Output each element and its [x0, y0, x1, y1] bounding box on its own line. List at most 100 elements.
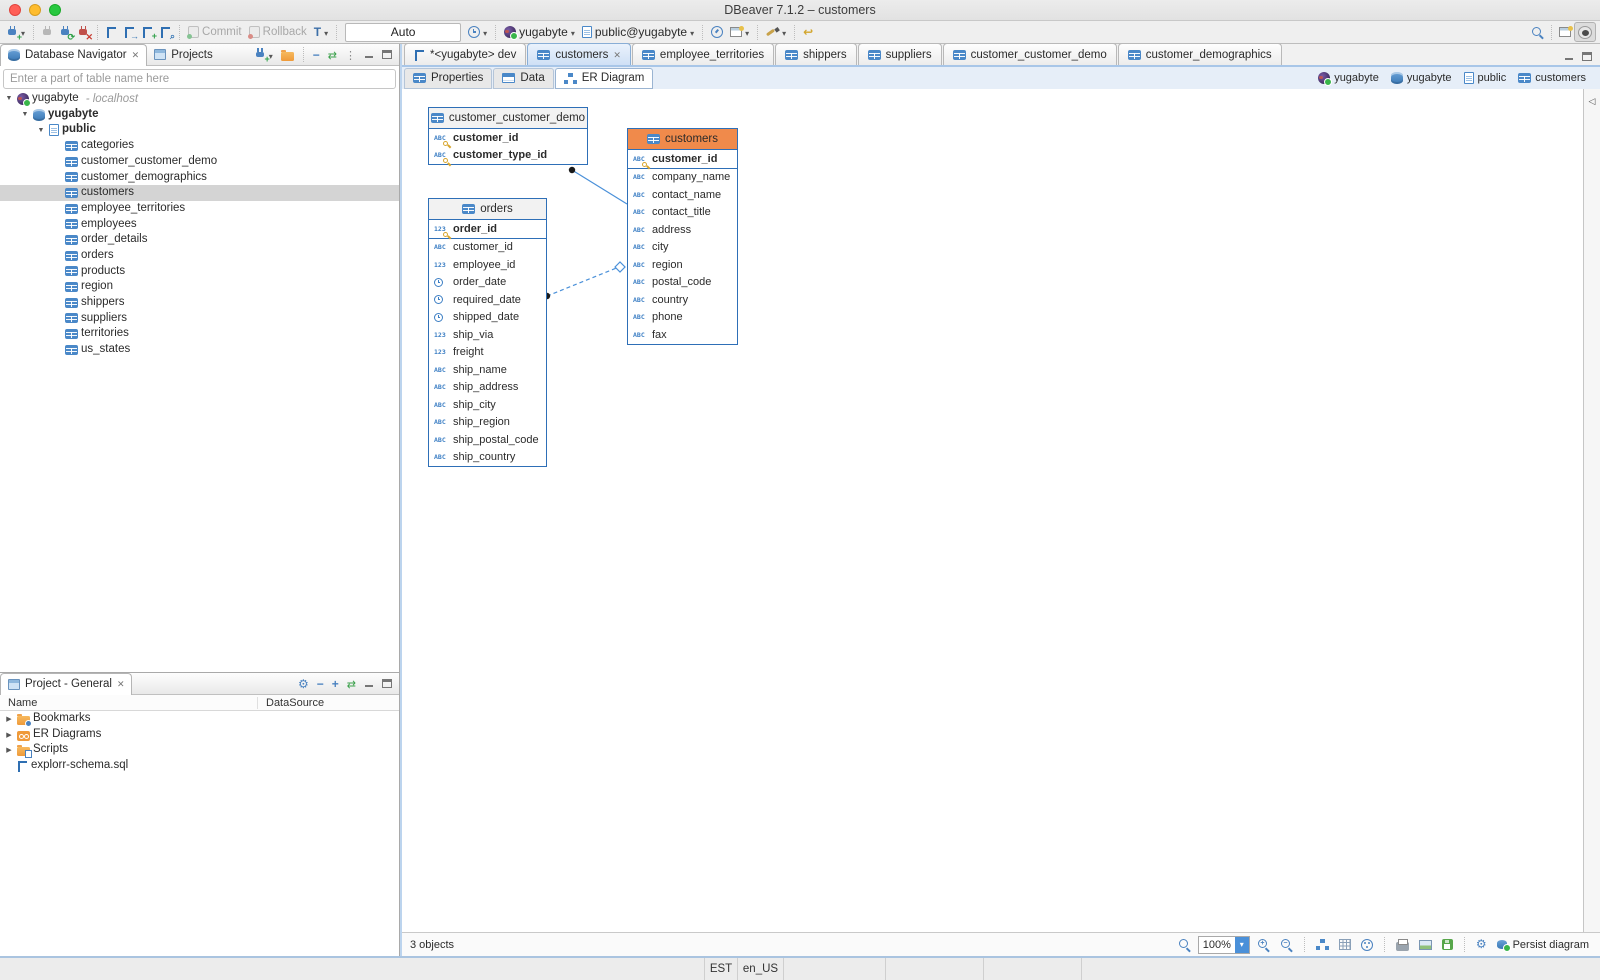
tree-item-employee_territories[interactable]: employee_territories	[0, 201, 399, 217]
tree-item-yugabyte[interactable]: ▼yugabyte	[0, 107, 399, 123]
field-customer_id[interactable]: ABCcustomer_id	[429, 129, 587, 147]
tree-item-customers[interactable]: customers	[0, 185, 399, 201]
tree-item-employees[interactable]: employees	[0, 217, 399, 233]
tree-expander-icon[interactable]: ▶	[4, 731, 14, 739]
toggle-grid-button[interactable]	[1336, 935, 1354, 955]
undo-navigation-button[interactable]	[800, 22, 816, 42]
field-freight[interactable]: 123freight	[429, 344, 546, 362]
column-name[interactable]: Name	[0, 697, 258, 709]
disconnect-button[interactable]: ✕	[75, 22, 92, 42]
editor-tab-employee-territories[interactable]: employee_territories	[632, 43, 774, 65]
zoom-combo[interactable]: 100% ▾	[1198, 936, 1250, 954]
breadcrumb-yugabyte[interactable]: yugabyte	[1318, 72, 1379, 84]
close-tab-icon[interactable]	[613, 49, 621, 61]
tree-expander-icon[interactable]: ▼	[4, 95, 14, 102]
nav-new-connection-button[interactable]: +	[252, 46, 276, 64]
sql-editor-button[interactable]	[103, 22, 120, 42]
field-ship_city[interactable]: ABCship_city	[429, 396, 546, 414]
field-phone[interactable]: ABCphone	[628, 309, 737, 327]
field-ship_via[interactable]: 123ship_via	[429, 326, 546, 344]
collapse-all-button[interactable]	[310, 46, 323, 64]
schema-selector[interactable]: public@yugabyte	[579, 22, 697, 42]
breadcrumb-public[interactable]: public	[1464, 72, 1507, 84]
minimize-editor-button[interactable]	[1564, 52, 1574, 61]
field-ship_address[interactable]: ABCship_address	[429, 379, 546, 397]
maximize-view-button[interactable]	[379, 46, 395, 64]
project-item-Bookmarks[interactable]: ▶Bookmarks	[0, 711, 399, 727]
tab-projects[interactable]: Projects	[147, 44, 220, 66]
field-ship_region[interactable]: ABCship_region	[429, 414, 546, 432]
field-shipped_date[interactable]: shipped_date	[429, 309, 546, 327]
editor-tab--yugabyte-dev[interactable]: *<yugabyte> dev	[404, 43, 526, 65]
entity-customer_customer_demo[interactable]: customer_customer_demoABCcustomer_idABCc…	[428, 107, 588, 165]
entity-customers[interactable]: customersABCcustomer_idABCcompany_nameAB…	[627, 128, 738, 345]
new-sql-editor-button[interactable]: +	[139, 22, 156, 42]
editor-tab-suppliers[interactable]: suppliers	[858, 43, 942, 65]
entity-header[interactable]: orders	[429, 199, 546, 220]
window-layout-button[interactable]	[727, 22, 752, 42]
tab-database-navigator[interactable]: Database Navigator	[0, 44, 147, 66]
dashboard-button[interactable]	[708, 22, 726, 42]
tree-item-territories[interactable]: territories	[0, 326, 399, 342]
field-ship_name[interactable]: ABCship_name	[429, 361, 546, 379]
tree-item-region[interactable]: region	[0, 279, 399, 295]
tree-item-customer_demographics[interactable]: customer_demographics	[0, 169, 399, 185]
toggle-palette-button[interactable]	[1358, 935, 1376, 955]
project-expand-button[interactable]	[329, 675, 342, 693]
tree-expander-icon[interactable]: ▶	[4, 715, 14, 723]
tree-item-public[interactable]: ▼public	[0, 122, 399, 138]
field-required_date[interactable]: required_date	[429, 291, 546, 309]
tree-item-yugabyte[interactable]: ▼yugabyte- localhost	[0, 91, 399, 107]
connect-button[interactable]	[39, 22, 56, 42]
field-contact_title[interactable]: ABCcontact_title	[628, 204, 737, 222]
tree-item-customer_customer_demo[interactable]: customer_customer_demo	[0, 154, 399, 170]
view-menu-button[interactable]	[342, 46, 359, 64]
project-settings-button[interactable]	[295, 675, 312, 693]
project-maximize-button[interactable]	[379, 675, 395, 693]
tree-item-orders[interactable]: orders	[0, 248, 399, 264]
tree-item-shippers[interactable]: shippers	[0, 295, 399, 311]
minimize-view-button[interactable]	[361, 46, 377, 64]
auto-layout-button[interactable]	[1313, 935, 1332, 955]
zoom-in-button[interactable]: +	[1254, 935, 1273, 955]
field-postal_code[interactable]: ABCpostal_code	[628, 274, 737, 292]
field-country[interactable]: ABCcountry	[628, 291, 737, 309]
tree-item-products[interactable]: products	[0, 264, 399, 280]
dbeaver-perspective-button[interactable]	[1574, 22, 1596, 42]
column-datasource[interactable]: DataSource	[258, 697, 324, 709]
new-connection-button[interactable]: +	[4, 22, 28, 42]
field-order_date[interactable]: order_date	[429, 274, 546, 292]
tree-expander-icon[interactable]: ▼	[20, 111, 30, 118]
subtab-data[interactable]: Data	[493, 68, 553, 89]
subtab-er-diagram[interactable]: ER Diagram	[555, 68, 654, 89]
txn-mode-combo[interactable]: Auto	[345, 23, 461, 42]
rollback-button[interactable]: Rollback	[246, 22, 310, 42]
tree-item-suppliers[interactable]: suppliers	[0, 311, 399, 327]
txn-timing-button[interactable]	[465, 22, 490, 42]
reconnect-button[interactable]: ⟳	[57, 22, 74, 42]
er-diagram-canvas[interactable]: customer_customer_demoABCcustomer_idABCc…	[402, 89, 1600, 932]
diagram-search-button[interactable]	[1175, 935, 1194, 955]
tree-item-order_details[interactable]: order_details	[0, 232, 399, 248]
table-filter-input[interactable]	[3, 69, 396, 89]
zoom-out-button[interactable]: −	[1277, 935, 1296, 955]
editor-tab-shippers[interactable]: shippers	[775, 43, 856, 65]
project-minimize-button[interactable]	[361, 675, 377, 693]
field-customer_id[interactable]: ABCcustomer_id	[628, 150, 737, 168]
field-contact_name[interactable]: ABCcontact_name	[628, 186, 737, 204]
entity-orders[interactable]: orders123order_idABCcustomer_id123employ…	[428, 198, 547, 467]
editor-tab-customer-demographics[interactable]: customer_demographics	[1118, 43, 1282, 65]
transaction-log-button[interactable]	[311, 22, 331, 42]
tree-item-us_states[interactable]: us_states	[0, 342, 399, 358]
connection-selector[interactable]: yugabyte	[501, 22, 578, 42]
recent-sql-editor-button[interactable]: ⌕	[157, 22, 174, 42]
open-perspective-button[interactable]	[1556, 22, 1574, 42]
persist-diagram-button[interactable]: Persist diagram	[1494, 935, 1592, 955]
editor-tab-customers[interactable]: customers	[527, 43, 631, 65]
project-link-button[interactable]	[344, 675, 359, 693]
breadcrumb-yugabyte[interactable]: yugabyte	[1391, 72, 1452, 84]
print-diagram-button[interactable]	[1393, 935, 1412, 955]
entity-header[interactable]: customer_customer_demo	[429, 108, 587, 129]
compare-button[interactable]	[763, 22, 789, 42]
tab-project-general[interactable]: Project - General	[0, 673, 132, 695]
